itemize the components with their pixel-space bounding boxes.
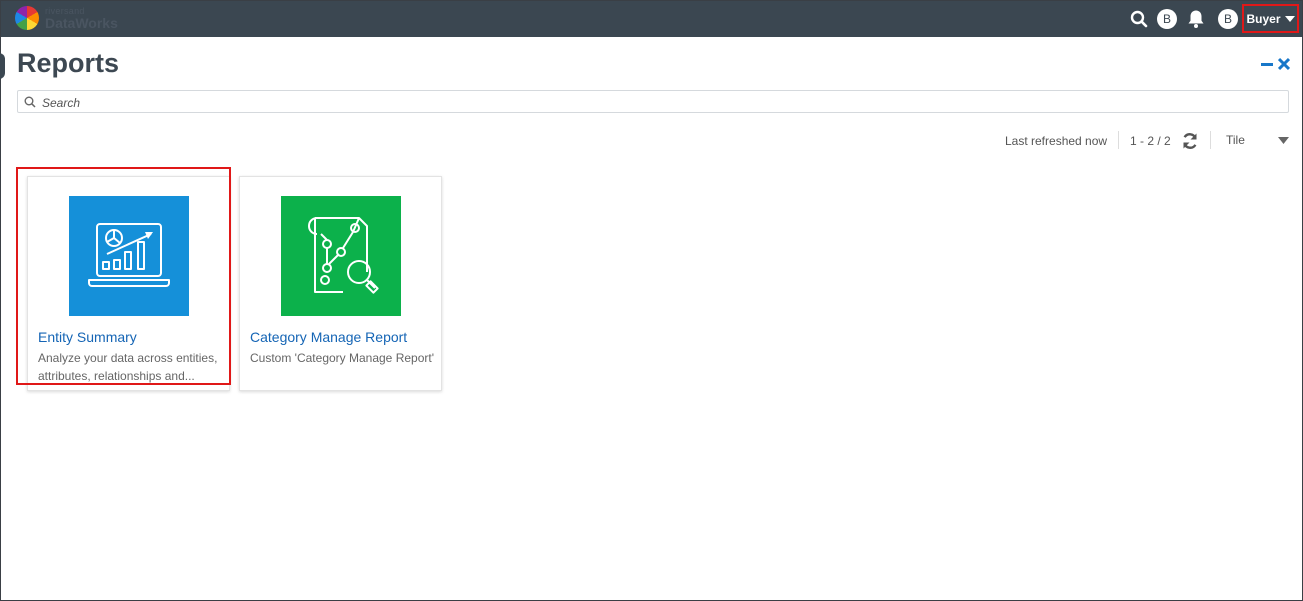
avatar-2-label: B: [1218, 9, 1238, 29]
refresh-button[interactable]: [1181, 132, 1199, 155]
search-field[interactable]: [17, 90, 1289, 113]
role-dropdown[interactable]: Buyer: [1242, 4, 1299, 33]
refresh-icon: [1183, 133, 1197, 149]
role-label: Buyer: [1246, 11, 1281, 26]
logo-mark-icon: [15, 6, 39, 30]
view-mode-label: Tile: [1226, 133, 1245, 147]
search-input[interactable]: [40, 93, 1244, 112]
report-card-category-manage[interactable]: Category Manage Report Custom 'Category …: [239, 176, 442, 391]
last-refreshed: Last refreshed now: [1005, 134, 1108, 148]
page-title: Reports: [17, 48, 120, 78]
card-title[interactable]: Category Manage Report: [250, 329, 407, 345]
card-title[interactable]: Entity Summary: [38, 329, 137, 345]
logo-big-text: DataWorks: [45, 15, 118, 31]
chevron-down-icon: [1284, 15, 1295, 22]
divider: [1210, 131, 1211, 149]
report-card-entity-summary[interactable]: Entity Summary Analyze your data across …: [27, 176, 230, 391]
view-mode-dropdown[interactable]: Tile: [1218, 131, 1292, 151]
avatar-1[interactable]: B: [1157, 1, 1177, 37]
report-search-icon: [281, 196, 401, 316]
side-panel-toggle[interactable]: [0, 53, 5, 79]
search-field-icon: [24, 96, 36, 108]
bell-icon[interactable]: [1186, 1, 1206, 37]
minimize-button[interactable]: [1261, 54, 1273, 77]
divider: [1118, 131, 1119, 149]
minimize-icon: [1261, 63, 1273, 66]
app-logo[interactable]: riversand DataWorks: [15, 6, 135, 32]
chevron-down-icon: [1278, 137, 1289, 144]
avatar-1-label: B: [1157, 9, 1177, 29]
avatar-2[interactable]: B: [1217, 1, 1239, 37]
search-icon[interactable]: [1129, 1, 1149, 37]
analytics-laptop-icon: [69, 196, 189, 316]
card-description: Custom 'Category Manage Report': [250, 351, 435, 365]
close-button[interactable]: [1277, 54, 1291, 77]
top-bar: riversand DataWorks B B Buyer: [1, 1, 1302, 37]
card-description: Analyze your data across entities, attri…: [38, 351, 218, 383]
close-icon: [1277, 57, 1291, 71]
pagination-info: 1 - 2 / 2: [1130, 134, 1171, 148]
